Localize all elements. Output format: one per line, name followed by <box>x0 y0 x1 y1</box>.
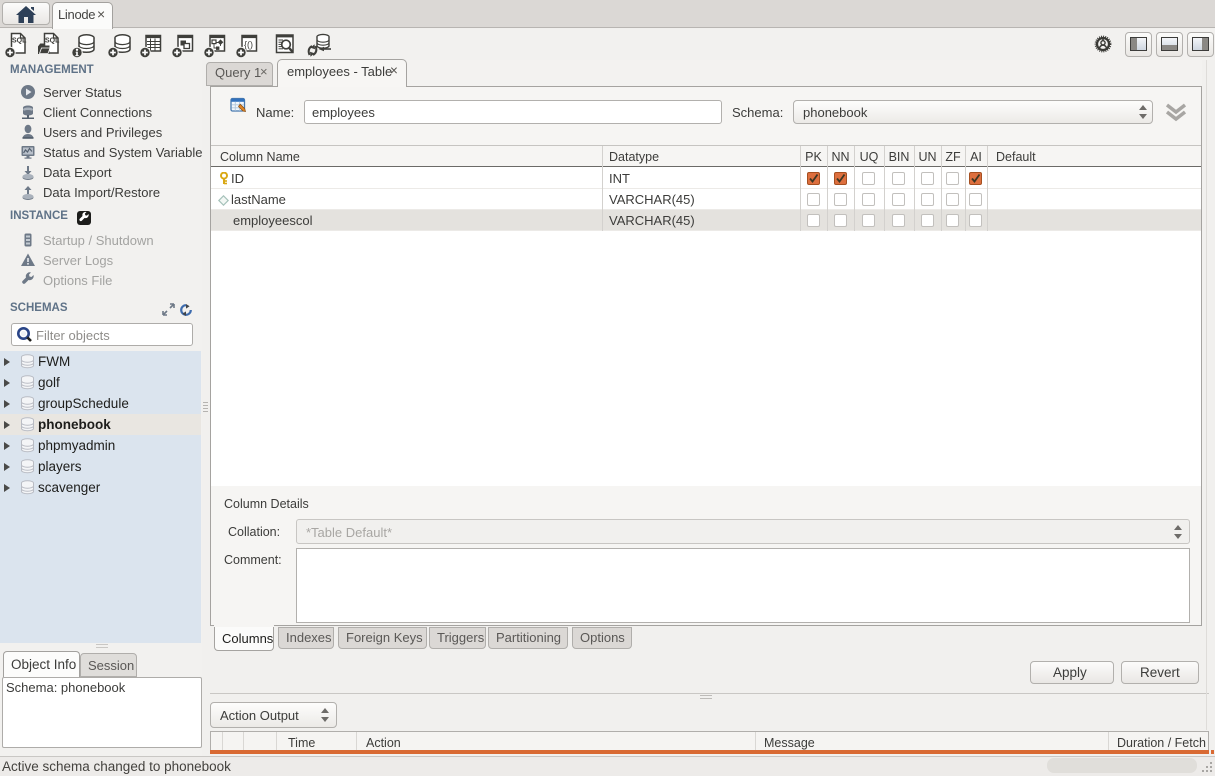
svg-text:{(): {() <box>244 40 253 50</box>
svg-text:SQL: SQL <box>12 38 27 45</box>
svg-text:SQL: SQL <box>45 38 60 45</box>
